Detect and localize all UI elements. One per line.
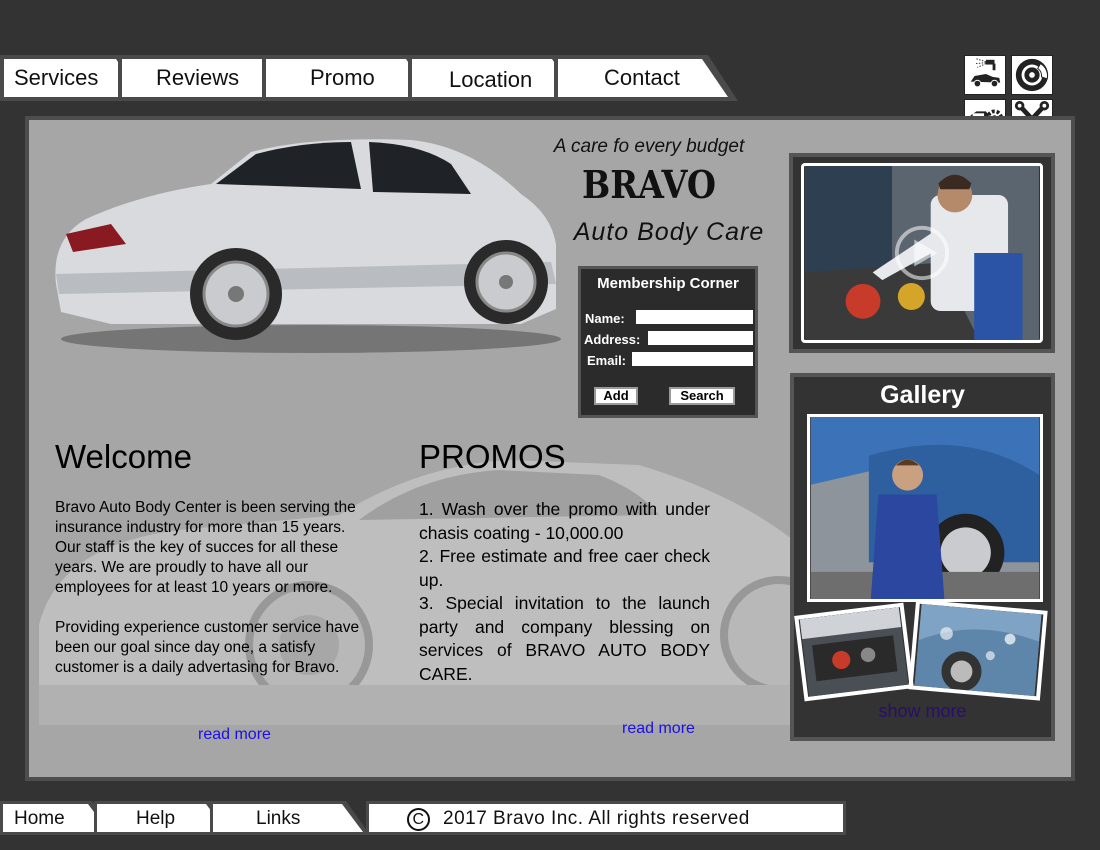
email-label: Email: [587,353,627,368]
gallery-photo-mechanic[interactable] [807,414,1043,602]
footer-link-links[interactable]: Links [210,801,370,835]
car-spray-icon[interactable] [964,55,1006,95]
footer-link-label: Help [136,808,176,829]
name-label: Name: [585,311,625,326]
welcome-text: Bravo Auto Body Center is been serving t… [55,498,363,678]
add-button[interactable]: Add [594,387,638,405]
welcome-read-more-link[interactable]: read more [198,726,271,744]
gallery-photo-engine[interactable] [794,602,914,702]
address-field[interactable] [648,331,753,345]
tagline: A care fo every budget [553,136,745,157]
brand-subtitle: Auto Body Care [573,218,765,246]
footer-link-label: Links [256,808,301,829]
promos-read-more-link[interactable]: read more [622,720,695,738]
video-panel [789,153,1055,353]
welcome-paragraph-1: Bravo Auto Body Center is been serving t… [55,499,356,596]
gallery-show-more-link[interactable]: show more [794,701,1051,722]
tab-label: Location [449,67,533,92]
gallery-photo-car-wash[interactable] [908,599,1048,701]
footer: Home Help Links C 2017 Bravo Inc. All ri… [0,801,848,835]
search-button[interactable]: Search [669,387,735,405]
footer-link-label: Home [14,808,65,829]
gallery-panel: Gallery show more [790,373,1055,741]
copyright-icon: C [407,808,430,831]
copyright-bar: C 2017 Bravo Inc. All rights reserved [366,801,846,835]
address-label: Address: [584,332,641,347]
brake-disc-icon[interactable] [1011,55,1053,95]
email-field[interactable] [632,352,753,366]
tab-label: Services [14,65,99,90]
top-navigation: Services Reviews Promo Location Contact [0,55,740,101]
promos-heading: PROMOS [419,438,566,475]
tab-label: Promo [310,65,375,90]
name-field[interactable] [636,310,753,324]
membership-form: Membership Corner Name: Address: Email: … [578,266,758,418]
membership-title: Membership Corner [597,275,739,292]
promo-item: 2. Free estimate and free caer check up. [419,546,710,590]
welcome-heading: Welcome [55,438,192,475]
promos-list: 1. Wash over the promo with under chasis… [419,498,710,686]
tab-contact[interactable]: Contact [554,55,738,101]
promo-item: 1. Wash over the promo with under chasis… [419,499,710,543]
promo-item: 3. Special invitation to the launch part… [419,593,710,684]
tab-label: Contact [604,65,680,90]
copyright-text: 2017 Bravo Inc. All rights reserved [443,808,750,829]
tab-label: Reviews [156,65,240,90]
gallery-title: Gallery [880,381,965,409]
hero-car-image [55,139,561,353]
brand-logo-text: BRAVO [581,162,717,207]
welcome-paragraph-2: Providing experience customer service ha… [55,619,360,676]
mechanic-video[interactable] [801,163,1043,343]
main-panel: A care fo every budget BRAVO Auto Body C… [25,116,1075,781]
